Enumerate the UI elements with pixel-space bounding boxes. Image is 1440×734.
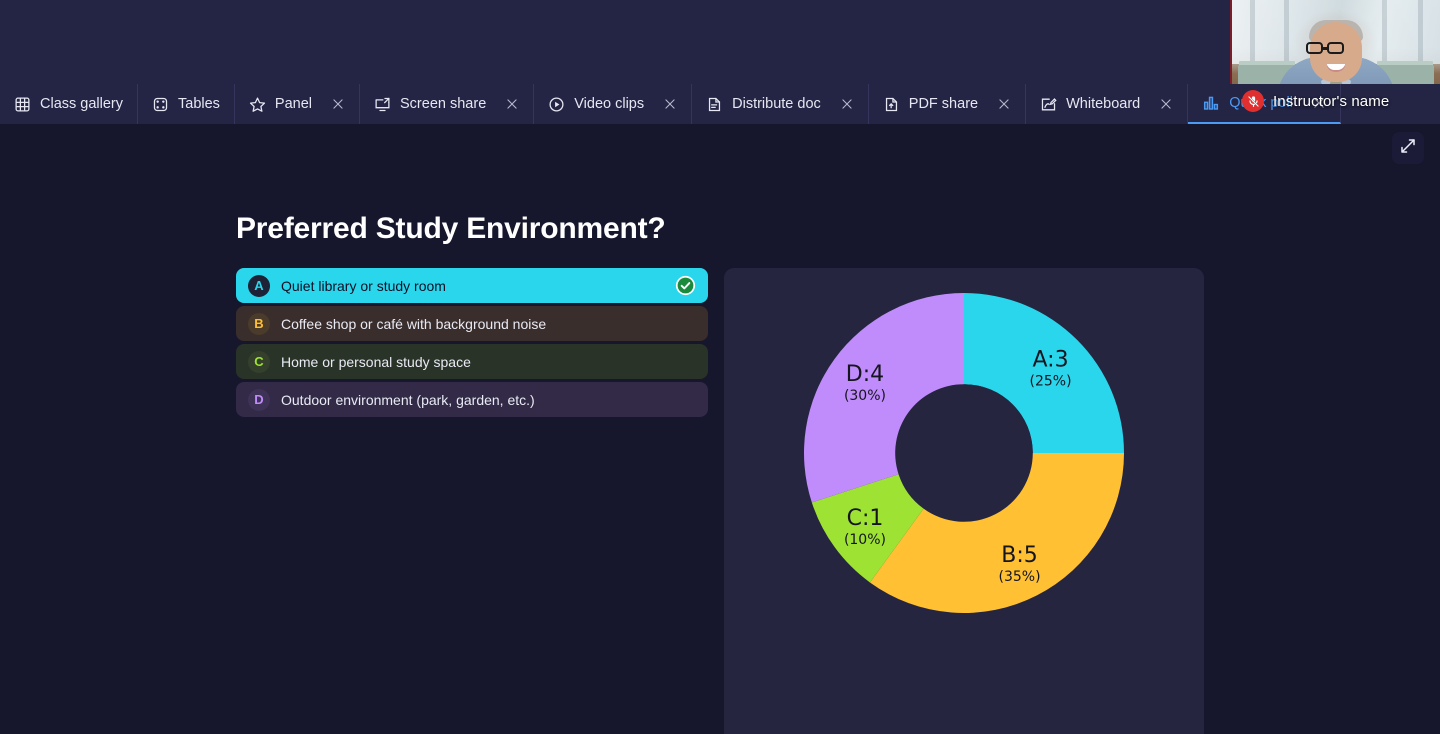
whiteboard-icon xyxy=(1040,96,1057,113)
tab-label: Distribute doc xyxy=(732,95,821,112)
tab-video-clips[interactable]: Video clips xyxy=(534,84,693,124)
tab-label: Tables xyxy=(178,95,220,112)
tab-whiteboard[interactable]: Whiteboard xyxy=(1026,84,1189,124)
document-icon xyxy=(706,96,723,113)
close-icon[interactable] xyxy=(997,97,1011,111)
mic-muted-icon[interactable] xyxy=(1242,90,1264,112)
bar-chart-icon xyxy=(1202,94,1220,112)
option-letter-badge: A xyxy=(248,274,270,297)
screen-share-icon xyxy=(374,96,391,113)
slice-label-c: C:1 (10%) xyxy=(844,506,886,548)
grid-icon xyxy=(14,96,31,113)
tab-screen-share[interactable]: Screen share xyxy=(360,84,535,124)
top-bar: Instructor's name xyxy=(0,0,1440,119)
expand-button[interactable] xyxy=(1392,132,1424,164)
slice-label-a: A:3 (25%) xyxy=(1030,347,1072,389)
close-icon[interactable] xyxy=(505,97,519,111)
slice-label-d: D:4 (30%) xyxy=(844,362,886,404)
tab-label: Video clips xyxy=(574,95,645,112)
close-icon[interactable] xyxy=(840,97,854,111)
poll-content-area: Preferred Study Environment? A Quiet lib… xyxy=(0,124,1440,734)
poll-results-card: A:3(25%)B:5(35%)C:1(10%)D:4(30%) Respons… xyxy=(724,268,1204,734)
check-circle-icon xyxy=(675,275,696,296)
eyeglasses-right xyxy=(1327,42,1344,54)
tab-label: Class gallery xyxy=(40,95,123,112)
poll-option-c[interactable]: C Home or personal study space xyxy=(236,344,708,379)
eyeglasses-left xyxy=(1306,42,1323,54)
tab-label: Whiteboard xyxy=(1066,95,1141,112)
eyeglasses-bridge xyxy=(1323,47,1329,50)
tab-label: PDF share xyxy=(908,95,979,112)
expand-diagonal-icon xyxy=(1399,137,1417,160)
option-label: Coffee shop or café with background nois… xyxy=(281,315,547,332)
play-circle-icon xyxy=(548,96,565,113)
option-label: Outdoor environment (park, garden, etc.) xyxy=(281,391,535,408)
tab-label: Panel xyxy=(274,95,313,112)
poll-option-a[interactable]: A Quiet library or study room xyxy=(236,268,708,303)
pdf-upload-icon xyxy=(883,96,900,113)
option-letter-badge: C xyxy=(248,350,270,373)
tab-panel[interactable]: Panel xyxy=(235,84,361,124)
video-name-overlay: Instructor's name xyxy=(1242,90,1389,112)
tab-distribute-doc[interactable]: Distribute doc xyxy=(692,84,869,124)
option-label: Home or personal study space xyxy=(281,353,471,370)
app-root: Instructor's name Class gallery Tables P… xyxy=(0,0,1440,734)
instructor-name-label: Instructor's name xyxy=(1273,92,1390,110)
tab-bar: Class gallery Tables Panel Screen share … xyxy=(0,84,1440,124)
tab-label: Screen share xyxy=(400,95,487,112)
poll-options-list: A Quiet library or study room B Coffee s… xyxy=(236,268,708,420)
option-label: Quiet library or study room xyxy=(281,277,446,294)
donut-hole xyxy=(895,384,1033,522)
page-title: Preferred Study Environment? xyxy=(236,212,666,245)
tab-tables[interactable]: Tables xyxy=(138,84,235,124)
slice-label-b: B:5 (35%) xyxy=(999,543,1041,585)
poll-option-d[interactable]: D Outdoor environment (park, garden, etc… xyxy=(236,382,708,417)
tab-pdf-share[interactable]: PDF share xyxy=(869,84,1027,124)
close-icon[interactable] xyxy=(663,97,677,111)
tables-icon xyxy=(152,96,169,113)
close-icon[interactable] xyxy=(1159,97,1173,111)
poll-option-b[interactable]: B Coffee shop or café with background no… xyxy=(236,306,708,341)
option-letter-badge: B xyxy=(248,312,270,335)
close-icon[interactable] xyxy=(331,97,345,111)
tab-class-gallery[interactable]: Class gallery xyxy=(0,84,138,124)
option-letter-badge: D xyxy=(248,388,270,411)
star-icon xyxy=(249,96,266,113)
donut-chart: A:3 (25%) B:5 (35%) C:1 (10%) D:4 (30%) xyxy=(799,288,1129,623)
